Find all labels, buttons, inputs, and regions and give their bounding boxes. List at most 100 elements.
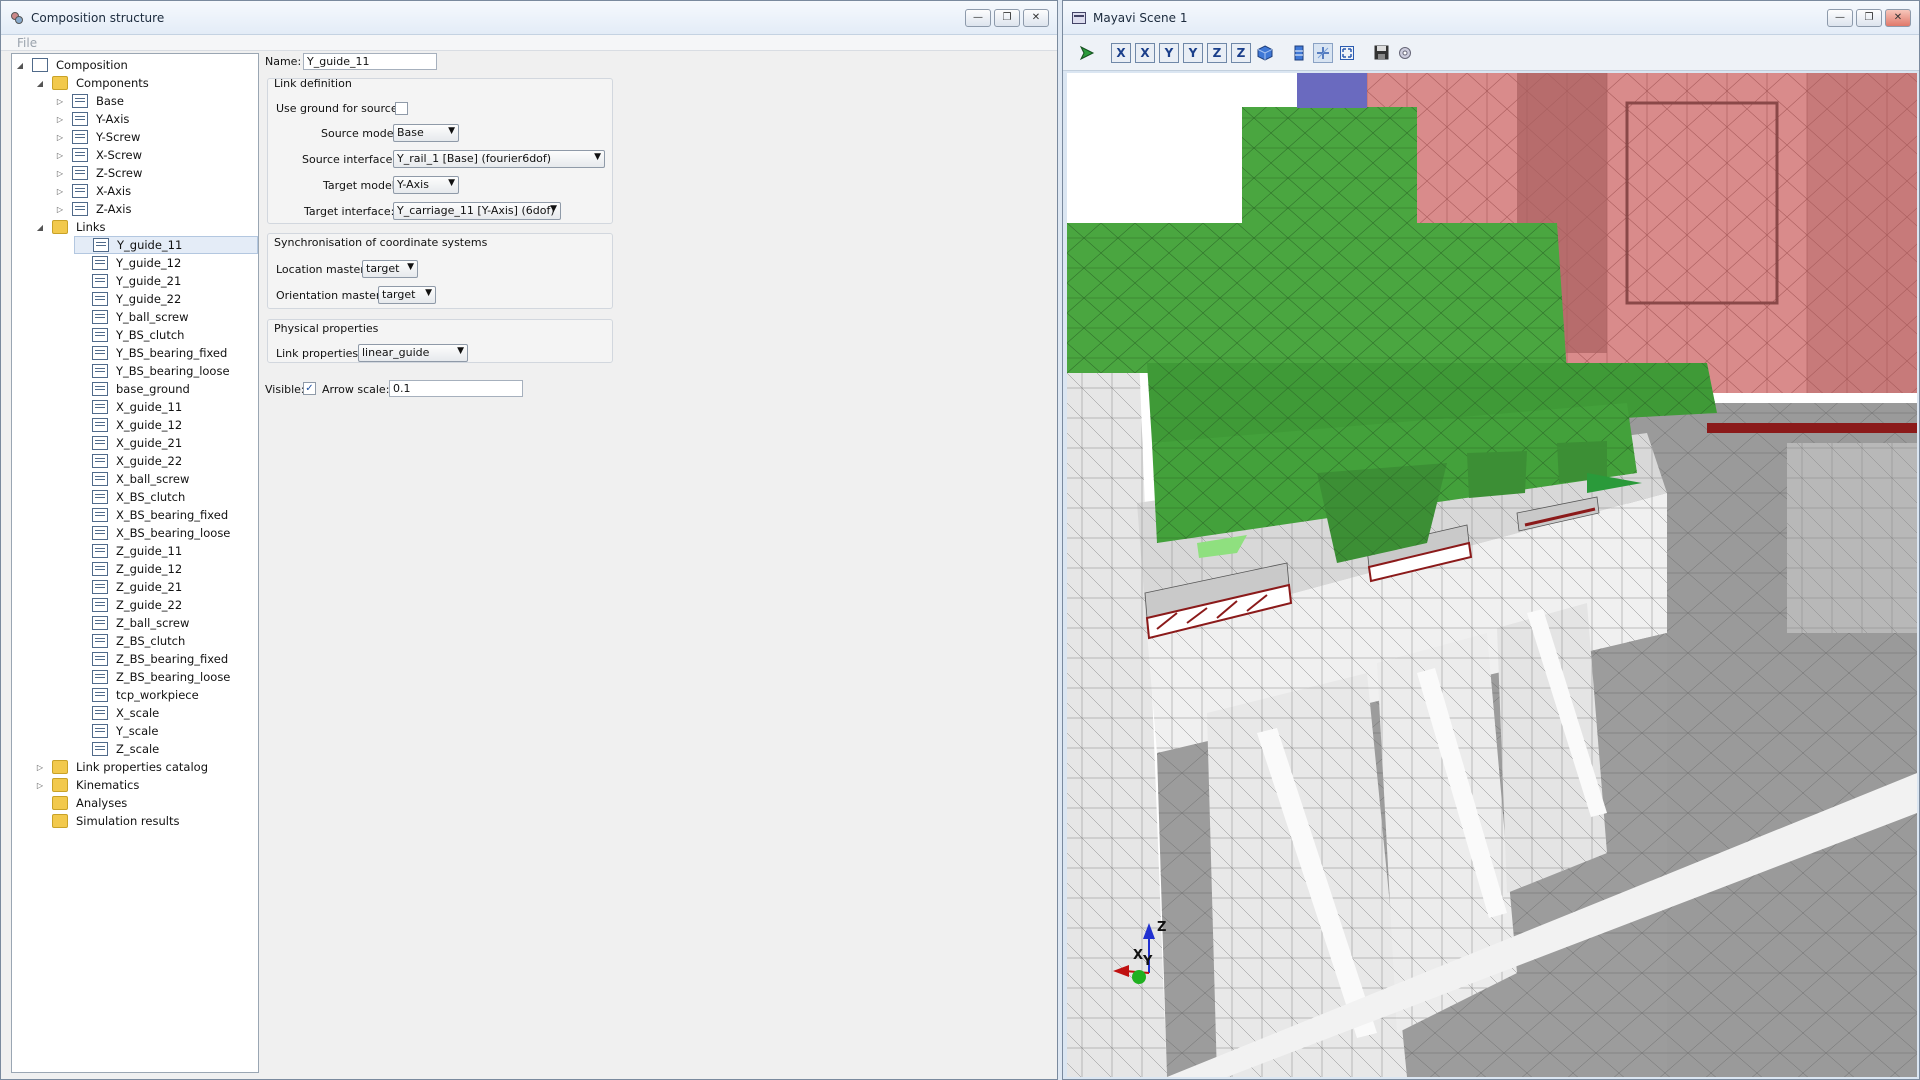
tree-item-component[interactable]: ▷ X-Screw xyxy=(54,146,258,164)
view-minus-x-icon[interactable]: X xyxy=(1135,42,1155,63)
tree-item-composition[interactable]: ◢ Composition xyxy=(14,56,258,74)
location-master-label: Location master: xyxy=(276,263,369,276)
document-icon xyxy=(72,148,88,162)
document-icon xyxy=(92,688,108,702)
tree-item-link[interactable]: Z_scale xyxy=(74,740,258,758)
tree-item-links[interactable]: ◢ Links xyxy=(34,218,258,236)
save-icon[interactable] xyxy=(1371,43,1391,63)
tree-item-link[interactable]: tcp_workpiece xyxy=(74,686,258,704)
tree-item-folder[interactable]: Simulation results xyxy=(34,812,258,830)
tree-item-link[interactable]: Z_guide_22 xyxy=(74,596,258,614)
restore-button[interactable]: ❐ xyxy=(994,8,1020,27)
link-properties-select[interactable]: linear_guide ▼ xyxy=(358,344,468,362)
tree-item-link[interactable]: Y_ball_screw xyxy=(74,308,258,326)
tree-item-component[interactable]: ▷ Z-Axis xyxy=(54,200,258,218)
parallel-projection-icon[interactable] xyxy=(1289,43,1309,63)
tree-item-link[interactable]: base_ground xyxy=(74,380,258,398)
source-interface-select[interactable]: Y_rail_1 [Base] (fourier6dof) ▼ xyxy=(393,150,605,168)
menu-file[interactable]: File xyxy=(17,36,37,50)
expand-arrow-icon[interactable]: ▷ xyxy=(54,151,66,160)
isometric-icon[interactable] xyxy=(1255,43,1275,63)
tree-item-link[interactable]: Y_scale xyxy=(74,722,258,740)
view-minus-z-icon[interactable]: Z xyxy=(1231,42,1251,63)
tree-item-label: X-Axis xyxy=(96,184,132,198)
tree-item-link[interactable]: X_guide_21 xyxy=(74,434,258,452)
tree-item-label: Y_BS_clutch xyxy=(116,328,185,342)
tree-item-link[interactable]: X_guide_22 xyxy=(74,452,258,470)
expand-arrow-icon[interactable]: ▷ xyxy=(54,169,66,178)
tree-item-link[interactable]: X_ball_screw xyxy=(74,470,258,488)
view-z-icon[interactable]: Z xyxy=(1207,42,1227,63)
arrow-scale-input[interactable]: 0.1 xyxy=(389,380,523,397)
tree-item-component[interactable]: ▷ Y-Screw xyxy=(54,128,258,146)
scene-toolbar: X X Y Y Z Z xyxy=(1063,35,1919,71)
target-model-select[interactable]: Y-Axis ▼ xyxy=(393,176,459,194)
axes-toggle-icon[interactable] xyxy=(1313,42,1333,63)
tree-item-link[interactable]: X_BS_bearing_loose xyxy=(74,524,258,542)
use-ground-checkbox[interactable] xyxy=(395,102,408,115)
expand-arrow-icon[interactable]: ▷ xyxy=(34,763,46,772)
tree-item-link[interactable]: Z_guide_12 xyxy=(74,560,258,578)
tree-item-label: Z_BS_clutch xyxy=(116,634,186,648)
composition-tree[interactable]: ◢ Composition ◢ Components ▷ Base ▷ Y-Axis ▷ Y-Sc… xyxy=(11,53,259,1073)
expand-arrow-icon[interactable]: ▷ xyxy=(54,97,66,106)
tree-item-link[interactable]: X_scale xyxy=(74,704,258,722)
tree-item-label: Y_BS_bearing_fixed xyxy=(116,346,228,360)
scene-minimize-button[interactable]: — xyxy=(1827,8,1853,27)
tree-item-link[interactable]: Y_guide_11 xyxy=(74,236,258,254)
tree-item-link[interactable]: Y_BS_bearing_loose xyxy=(74,362,258,380)
tree-item-components[interactable]: ◢ Components xyxy=(34,74,258,92)
3d-scene-viewport[interactable]: Z X Y xyxy=(1067,73,1917,1077)
tree-item-component[interactable]: ▷ Y-Axis xyxy=(54,110,258,128)
source-model-select[interactable]: Base ▼ xyxy=(393,124,459,142)
collapse-arrow-icon[interactable]: ◢ xyxy=(34,79,46,88)
tree-item-link[interactable]: Y_guide_21 xyxy=(74,272,258,290)
scene-restore-button[interactable]: ❐ xyxy=(1856,8,1882,27)
tree-item-component[interactable]: ▷ X-Axis xyxy=(54,182,258,200)
tree-item-link[interactable]: Y_BS_bearing_fixed xyxy=(74,344,258,362)
document-icon xyxy=(92,544,108,558)
document-icon xyxy=(92,526,108,540)
tree-item-link[interactable]: X_guide_12 xyxy=(74,416,258,434)
close-button[interactable]: ✕ xyxy=(1023,8,1049,27)
tree-item-link[interactable]: X_BS_clutch xyxy=(74,488,258,506)
settings-icon[interactable] xyxy=(1395,43,1415,63)
tree-item-link[interactable]: Z_BS_bearing_fixed xyxy=(74,650,258,668)
tree-item-link[interactable]: X_guide_11 xyxy=(74,398,258,416)
tree-item-link[interactable]: Y_guide_12 xyxy=(74,254,258,272)
minimize-button[interactable]: — xyxy=(965,8,991,27)
tree-item-link[interactable]: Y_guide_22 xyxy=(74,290,258,308)
tree-item-link[interactable]: Z_guide_11 xyxy=(74,542,258,560)
view-y-icon[interactable]: Y xyxy=(1159,42,1179,63)
expand-arrow-icon[interactable]: ▷ xyxy=(54,187,66,196)
expand-arrow-icon[interactable]: ▷ xyxy=(54,205,66,214)
tree-item-component[interactable]: ▷ Base xyxy=(54,92,258,110)
tree-item-folder[interactable]: ▷ Kinematics xyxy=(34,776,258,794)
tree-item-link[interactable]: Z_guide_21 xyxy=(74,578,258,596)
collapse-arrow-icon[interactable]: ◢ xyxy=(34,223,46,232)
tree-item-link[interactable]: Z_BS_bearing_loose xyxy=(74,668,258,686)
tree-item-link[interactable]: Z_ball_screw xyxy=(74,614,258,632)
location-master-select[interactable]: target ▼ xyxy=(362,260,418,278)
tree-item-folder[interactable]: Analyses xyxy=(34,794,258,812)
collapse-arrow-icon[interactable]: ◢ xyxy=(14,61,26,70)
expand-arrow-icon[interactable]: ▷ xyxy=(54,133,66,142)
document-icon xyxy=(92,742,108,756)
expand-arrow-icon[interactable]: ▷ xyxy=(54,115,66,124)
target-interface-select[interactable]: Y_carriage_11 [Y-Axis] (6dof) ▼ xyxy=(393,202,561,220)
tree-item-folder[interactable]: ▷ Link properties catalog xyxy=(34,758,258,776)
target-interface-value: Y_carriage_11 [Y-Axis] (6dof) xyxy=(397,204,555,217)
tree-item-component[interactable]: ▷ Z-Screw xyxy=(54,164,258,182)
name-input[interactable]: Y_guide_11 xyxy=(303,53,437,70)
view-minus-y-icon[interactable]: Y xyxy=(1183,42,1203,63)
expand-arrow-icon[interactable]: ▷ xyxy=(34,781,46,790)
orientation-master-select[interactable]: target ▼ xyxy=(378,286,436,304)
scene-close-button[interactable]: ✕ xyxy=(1885,8,1911,27)
pipeline-icon[interactable] xyxy=(1077,43,1097,63)
view-x-icon[interactable]: X xyxy=(1111,42,1131,63)
tree-item-link[interactable]: Y_BS_clutch xyxy=(74,326,258,344)
visible-checkbox[interactable]: ✓ xyxy=(303,382,316,395)
fullscreen-icon[interactable] xyxy=(1337,43,1357,63)
tree-item-link[interactable]: Z_BS_clutch xyxy=(74,632,258,650)
tree-item-link[interactable]: X_BS_bearing_fixed xyxy=(74,506,258,524)
